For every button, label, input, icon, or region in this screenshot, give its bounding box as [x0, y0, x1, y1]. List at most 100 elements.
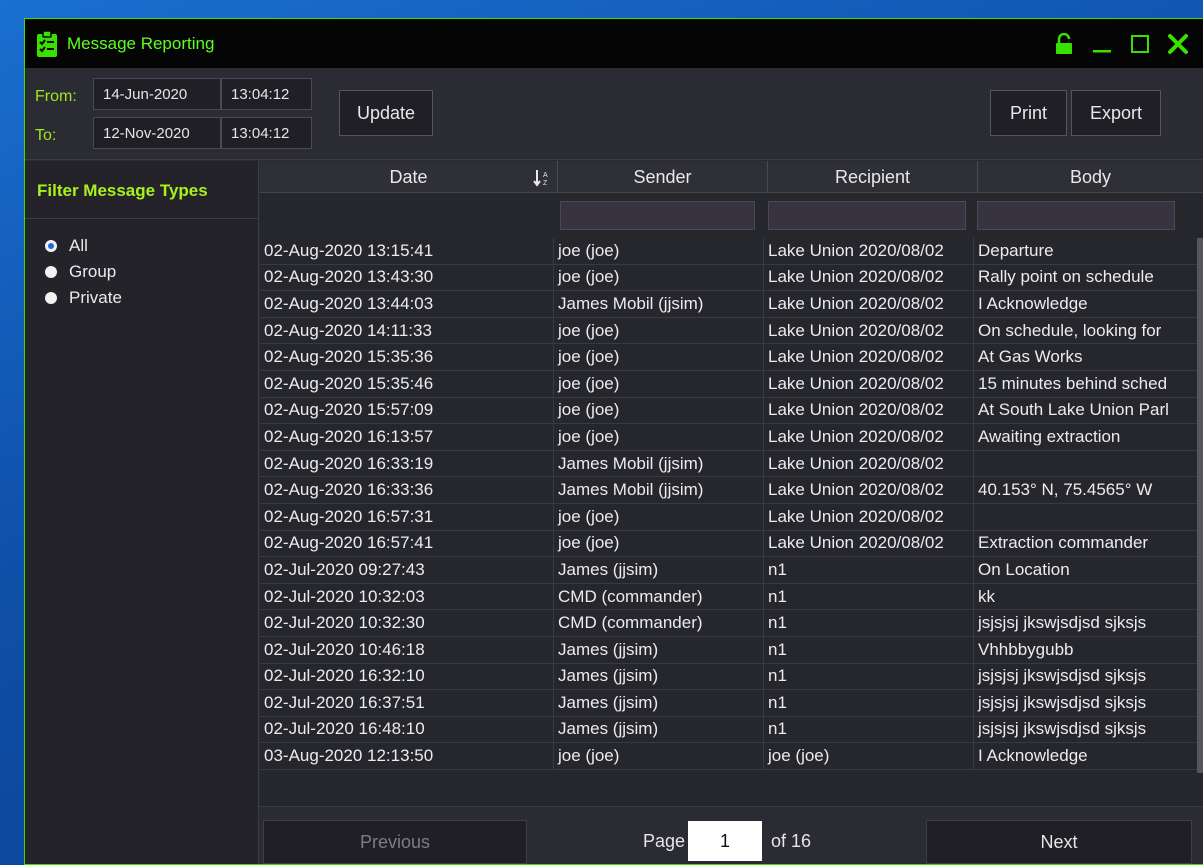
body-filter-input[interactable]	[977, 201, 1175, 230]
table-cell-recipient: Lake Union 2020/08/02	[764, 530, 974, 557]
table-cell-sender: joe (joe)	[554, 238, 764, 264]
previous-button[interactable]: Previous	[263, 820, 527, 864]
table-cell-body: On Location	[978, 559, 1070, 579]
table-cell-body: jsjsjsj jkswjsdjsd sjksjs	[978, 666, 1147, 686]
sender-filter-input[interactable]	[560, 201, 755, 230]
vertical-scrollbar[interactable]	[1197, 238, 1203, 773]
svg-text:A: A	[543, 172, 548, 179]
table-row[interactable]: 03-Aug-2020 12:13:50 joe (joe) joe (joe) I …	[260, 743, 1203, 770]
table-body: 02-Aug-2020 13:15:41 joe (joe) Lake Union …	[260, 238, 1203, 770]
table-row[interactable]: 02-Jul-2020 10:32:03 CMD (commander) n1 kk	[260, 583, 1203, 611]
radio-all[interactable]: All	[45, 233, 258, 259]
table-cell-date: 03-Aug-2020 12:13:50	[260, 743, 554, 769]
table-cell-recipient: Lake Union 2020/08/02	[764, 264, 974, 291]
maximize-icon[interactable]	[1125, 29, 1155, 59]
date-range-toolbar: From: 14-Jun-2020 13:04:12 To: 12-Nov-20…	[25, 68, 1203, 160]
table-cell-recipient: Lake Union 2020/08/02	[764, 344, 974, 370]
column-header-recipient[interactable]: Recipient	[768, 161, 978, 193]
to-label: To:	[35, 127, 57, 144]
table-cell-recipient: Lake Union 2020/08/02	[764, 291, 974, 317]
table-cell-date: 02-Aug-2020 16:57:41	[260, 530, 554, 557]
message-table: Date A Z Sender Recipient Body 02-Aug-20…	[260, 161, 1203, 806]
column-header-label: Date	[389, 166, 428, 187]
to-date-field[interactable]: 12-Nov-2020	[93, 117, 221, 149]
table-row[interactable]: 02-Aug-2020 16:57:31 joe (joe) Lake Union …	[260, 503, 1203, 531]
table-cell-date: 02-Jul-2020 09:27:43	[260, 557, 554, 583]
radio-private[interactable]: Private	[45, 285, 258, 311]
table-cell-recipient: Lake Union 2020/08/02	[764, 503, 974, 530]
table-cell-body	[974, 504, 1203, 530]
table-cell-body: Extraction commander	[978, 533, 1149, 553]
table-row[interactable]: 02-Aug-2020 16:57:41 joe (joe) Lake Union …	[260, 530, 1203, 558]
table-row[interactable]: 02-Jul-2020 10:32:30 CMD (commander) n1 jsj…	[260, 610, 1203, 637]
table-cell-sender: CMD (commander)	[554, 610, 764, 636]
print-button[interactable]: Print	[990, 90, 1067, 136]
table-cell-sender: joe (joe)	[554, 370, 764, 397]
from-time-field[interactable]: 13:04:12	[221, 78, 312, 110]
table-row[interactable]: 02-Aug-2020 13:44:03 James Mobil (jjsim) L…	[260, 291, 1203, 318]
filter-title: Filter Message Types	[25, 161, 258, 219]
table-cell-body: 15 minutes behind sched	[978, 373, 1168, 393]
recipient-filter-input[interactable]	[768, 201, 966, 230]
table-cell-body: I Acknowledge	[978, 293, 1088, 313]
table-cell-recipient: Lake Union 2020/08/02	[764, 450, 974, 477]
sort-az-icon[interactable]: A Z	[533, 169, 549, 187]
table-cell-date: 02-Aug-2020 13:44:03	[260, 291, 554, 317]
column-header-sender[interactable]: Sender	[558, 161, 768, 193]
radio-button-icon[interactable]	[45, 266, 57, 278]
from-date-field[interactable]: 14-Jun-2020	[93, 78, 221, 110]
column-header-body[interactable]: Body	[978, 161, 1203, 193]
table-cell-recipient: n1	[764, 663, 974, 690]
minimize-icon[interactable]	[1087, 29, 1117, 59]
table-cell-sender: joe (joe)	[554, 264, 764, 291]
table-cell-sender: CMD (commander)	[554, 583, 764, 610]
table-row[interactable]: 02-Aug-2020 16:33:19 James Mobil (jjsim) L…	[260, 450, 1203, 478]
table-cell-date: 02-Aug-2020 16:33:19	[260, 450, 554, 477]
table-row[interactable]: 02-Aug-2020 16:13:57 joe (joe) Lake Union …	[260, 424, 1203, 451]
table-cell-body: At Gas Works	[978, 347, 1083, 367]
radio-button-icon[interactable]	[45, 240, 57, 252]
table-row[interactable]: 02-Aug-2020 15:35:36 joe (joe) Lake Union …	[260, 344, 1203, 371]
to-time-field[interactable]: 13:04:12	[221, 117, 312, 149]
table-row[interactable]: 02-Aug-2020 15:35:46 joe (joe) Lake Union …	[260, 370, 1203, 398]
table-cell-body: Departure	[978, 240, 1054, 260]
table-cell-recipient: n1	[764, 583, 974, 610]
table-row[interactable]: 02-Jul-2020 16:32:10 James (jjsim) n1 jsjsj…	[260, 663, 1203, 691]
table-row[interactable]: 02-Jul-2020 16:37:51 James (jjsim) n1 jsjsj…	[260, 690, 1203, 717]
table-row[interactable]: 02-Aug-2020 15:57:09 joe (joe) Lake Union …	[260, 397, 1203, 425]
table-cell-date: 02-Aug-2020 16:57:31	[260, 503, 554, 530]
table-row[interactable]: 02-Jul-2020 16:48:10 James (jjsim) n1 jsjsj…	[260, 716, 1203, 744]
next-button[interactable]: Next	[926, 820, 1192, 864]
table-cell-sender: James Mobil (jjsim)	[554, 477, 764, 503]
table-cell-sender: joe (joe)	[554, 503, 764, 530]
title-bar: Message Reporting	[25, 19, 1203, 68]
table-row[interactable]: 02-Aug-2020 16:33:36 James Mobil (jjsim) L…	[260, 477, 1203, 504]
table-cell-recipient: n1	[764, 690, 974, 716]
table-cell-recipient: Lake Union 2020/08/02	[764, 238, 974, 264]
radio-button-icon[interactable]	[45, 292, 57, 304]
table-row[interactable]: 02-Aug-2020 14:11:33 joe (joe) Lake Union …	[260, 317, 1203, 345]
page-number-input[interactable]	[688, 821, 762, 861]
update-button[interactable]: Update	[339, 90, 433, 136]
table-cell-sender: James Mobil (jjsim)	[554, 450, 764, 477]
table-row[interactable]: 02-Aug-2020 13:15:41 joe (joe) Lake Union …	[260, 238, 1203, 265]
table-cell-body: jsjsjsj jkswjsdjsd sjksjs	[978, 613, 1147, 633]
close-icon[interactable]	[1163, 29, 1193, 59]
table-cell-recipient: Lake Union 2020/08/02	[764, 424, 974, 450]
export-button[interactable]: Export	[1071, 90, 1161, 136]
from-label: From:	[35, 88, 77, 105]
unlock-icon[interactable]	[1049, 29, 1079, 59]
table-cell-sender: joe (joe)	[554, 530, 764, 557]
radio-group[interactable]: Group	[45, 259, 258, 285]
table-cell-date: 02-Aug-2020 13:43:30	[260, 264, 554, 291]
table-cell-date: 02-Jul-2020 10:32:30	[260, 610, 554, 636]
table-cell-body: On schedule, looking for	[978, 320, 1162, 340]
table-row[interactable]: 02-Aug-2020 13:43:30 joe (joe) Lake Union …	[260, 264, 1203, 292]
table-cell-date: 02-Aug-2020 14:11:33	[260, 317, 554, 344]
table-cell-sender: James (jjsim)	[554, 663, 764, 690]
table-row[interactable]: 02-Jul-2020 09:27:43 James (jjsim) n1 On Lo…	[260, 557, 1203, 584]
table-row[interactable]: 02-Jul-2020 10:46:18 James (jjsim) n1 Vhhbb…	[260, 636, 1203, 664]
column-header-date[interactable]: Date A Z	[260, 161, 558, 193]
table-cell-body: I Acknowledge	[978, 746, 1088, 766]
radio-label: All	[69, 236, 88, 255]
